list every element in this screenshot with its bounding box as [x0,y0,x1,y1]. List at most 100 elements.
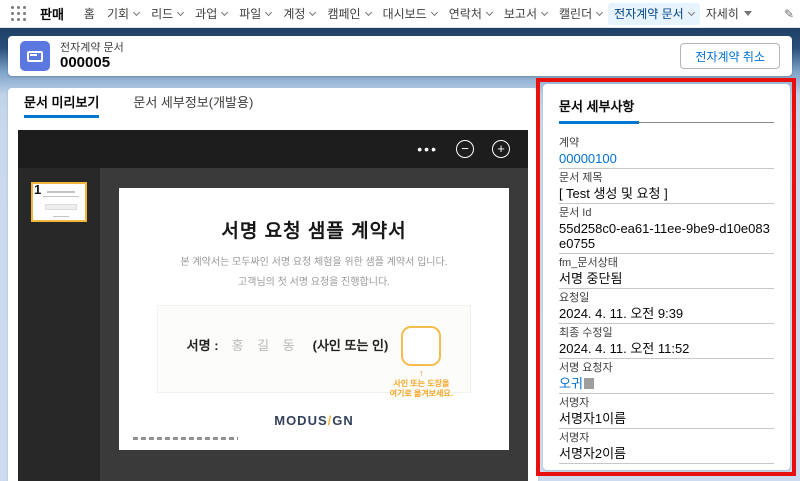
nav-item-label: 연락처 [448,7,482,21]
econtract-record-icon [20,41,50,71]
signer-name-placeholder: 홍 길 동 [231,338,300,353]
preview-tabs: 문서 미리보기 문서 세부정보(개발용) [8,88,538,118]
edit-nav-icon[interactable]: ✎ [784,7,794,21]
document-details-panel: 문서 세부사항 계약 00000100 문서 제목[ Test 생성 및 요청 ] 문… [543,84,790,470]
nav-item-4[interactable]: 과업 [189,3,233,25]
chevron-down-icon [540,8,549,16]
chevron-down-icon [221,8,229,16]
field-value: [ Test 생성 및 요청 ] [559,186,774,204]
chevron-down-icon [309,8,317,16]
global-nav: 판매 홈 기회 리드 과업 파일 계정 캠페인 대시보드 연락처 보고서 캘린더 전자계약 문서 자세히… [0,0,800,28]
more-options-icon[interactable]: ••• [417,142,438,156]
contract-description: 본 계약서는 모두싸인 서명 요청 체험을 위한 샘플 계약서 입니다. 고객님… [119,253,509,293]
tab-document-details-dev[interactable]: 문서 세부정보(개발용) [133,92,253,118]
detail-field: 서명 요청자오귀 [559,362,774,394]
chevron-down-icon [485,8,493,16]
field-label: 서명 요청자 [559,362,613,374]
nav-item-6[interactable]: 계정 [277,3,321,25]
record-header: 전자계약 문서 000005 전자계약 취소 [8,36,792,76]
detail-field: 서명자서명자1이름 [559,397,774,429]
chevron-down-icon [265,8,273,16]
detail-field: 문서 Id 55d258c0-ea61-11ee-9be9-d10e083e075… [559,207,774,254]
detail-field: 문서 제목 [ Test 생성 및 요청 ] [559,172,774,204]
zoom-out-icon[interactable]: − [456,140,474,158]
sign-or-seal-label: (사인 또는 인) [312,338,389,353]
nav-item-label: 전자계약 문서 [614,7,684,21]
field-label: 문서 Id [559,207,592,219]
page-thumbnail-strip: 1 [18,168,100,481]
pdf-toolbar: ••• − + [18,130,528,168]
field-label: 최종 수정일 [559,327,613,339]
nav-item-11[interactable]: 캘린더 [553,3,608,25]
field-value: 2024. 4. 11. 오전 11:52 [559,341,774,359]
field-value: 2024. 4. 11. 오전 9:39 [559,306,774,324]
detail-field: 계약 00000100 [559,137,774,169]
contract-page: 서명 요청 샘플 계약서 본 계약서는 모두싸인 서명 요청 체험을 위한 샘플… [119,188,509,450]
record-name: 000005 [60,53,111,71]
stamp-drop-box[interactable] [401,326,442,366]
app-launcher-icon[interactable] [10,5,32,23]
stamp-slot-wrap: ↑ 사인 또는 도장을 여기로 옮겨보세요. [390,326,453,398]
field-value-link[interactable]: 오귀 [559,376,774,394]
cancel-econtract-button[interactable]: 전자계약 취소 [680,43,780,69]
nav-item-2[interactable]: 기회 [101,3,145,25]
nav-item-5[interactable]: 파일 [233,3,277,25]
field-label: 계약 [559,137,580,149]
page-1-thumbnail[interactable]: 1 [31,182,87,222]
nav-item-label: 자세히 [705,7,739,21]
field-label: 요청일 [559,292,590,304]
nav-item-8[interactable]: 대시보드 [377,3,443,25]
field-label: 서명자 [559,432,590,444]
detail-field: fm_문서상태서명 중단됨 [559,257,774,289]
chevron-down-icon [364,8,372,16]
nav-item-label: 캠페인 [327,7,361,21]
field-label: 서명자 [559,397,590,409]
contract-description-line1: 본 계약서는 모두싸인 서명 요청 체험을 위한 샘플 계약서 입니다. [180,257,448,268]
field-value: 서명자2이름 [559,446,774,464]
detail-field: 서명자서명자2이름 [559,432,774,464]
chevron-down-icon [596,8,604,16]
nav-item-label: 과업 [195,7,218,21]
stamp-hint: ↑ 사인 또는 도장을 여기로 옮겨보세요. [366,369,476,399]
chevron-down-icon [177,8,185,16]
record-identity: 전자계약 문서 000005 [60,42,124,71]
nav-item-9[interactable]: 연락처 [443,3,498,25]
details-panel-title[interactable]: 문서 세부사항 [559,96,774,124]
field-value: 서명 중단됨 [559,271,774,289]
detail-field: 요청일 2024. 4. 11. 오전 9:39 [559,292,774,324]
nav-item-1[interactable]: 홈 [78,3,101,25]
up-arrow-icon: ↑ [419,368,424,378]
nav-item-12[interactable]: 전자계약 문서 [608,2,700,25]
record-type-label: 전자계약 문서 [60,41,124,54]
field-value: 55d258c0-ea61-11ee-9be9-d10e083e0755 [559,221,774,254]
nav-item-10[interactable]: 보고서 [498,3,553,25]
fine-print-line [133,437,238,440]
field-value-link[interactable]: 00000100 [559,151,774,169]
field-label: 문서 제목 [559,172,603,184]
nav-item-label: 대시보드 [382,7,427,21]
caret-down-icon [743,11,752,16]
chevron-down-icon [430,8,438,16]
nav-item-13[interactable]: 자세히 [700,3,758,25]
nav-item-label: 홈 [83,7,95,21]
zoom-in-icon[interactable]: + [492,140,510,158]
signature-label: 서명 : [186,338,219,353]
pdf-body: 1 서명 요청 샘플 계약서 본 계약서는 모두싸인 서명 요청 체험을 위한 … [18,168,528,481]
nav-item-label: 보고서 [503,7,537,21]
detail-field: 최종 수정일 2024. 4. 11. 오전 11:52 [559,327,774,359]
pdf-viewer: ••• − + 1 서명 요청 샘플 계약서 본 계약서는 모두싸인 서명 요청… [18,130,528,481]
page-number-label: 1 [34,182,42,197]
field-value: 서명자1이름 [559,411,774,429]
stamp-hint-line2: 여기로 옮겨보세요. [389,389,453,398]
field-label: fm_문서상태 [559,257,618,269]
nav-item-7[interactable]: 캠페인 [321,3,376,25]
contract-title: 서명 요청 샘플 계약서 [221,221,407,242]
stamp-hint-line1: 사인 또는 도장을 [393,379,450,388]
app-name[interactable]: 판매 [40,4,64,23]
nav-item-label: 캘린더 [558,7,593,21]
nav-items: 홈 기회 리드 과업 파일 계정 캠페인 대시보드 연락처 보고서 캘린더 전자계약 문서 자세히 [78,0,782,27]
pdf-canvas-area: 서명 요청 샘플 계약서 본 계약서는 모두싸인 서명 요청 체험을 위한 샘플… [100,168,528,481]
nav-item-3[interactable]: 리드 [145,3,189,25]
redacted-text [583,378,594,389]
tab-document-preview[interactable]: 문서 미리보기 [24,92,100,118]
